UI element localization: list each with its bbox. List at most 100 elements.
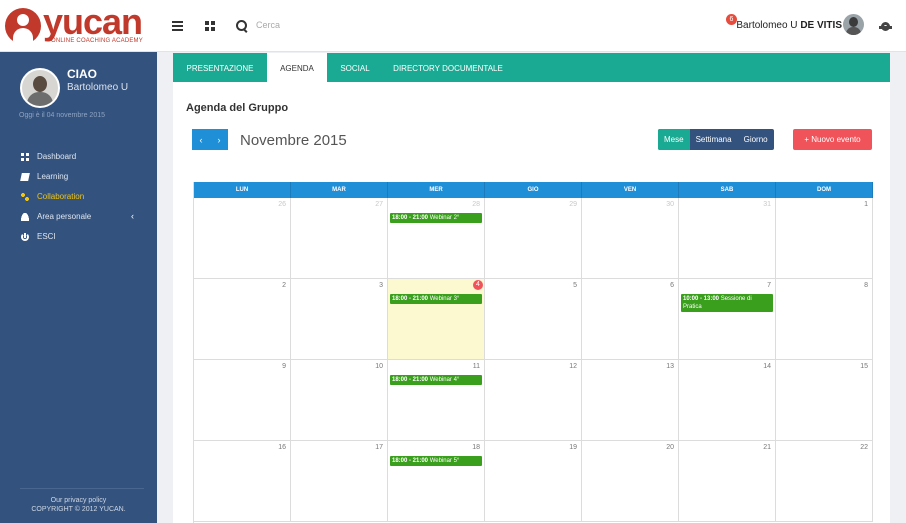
day-header-mar: MAR [291,182,388,198]
calendar-day-cell[interactable]: 9 [194,360,291,441]
user-name[interactable]: Bartolomeo U DE VITIS [736,20,842,31]
grid-apps-icon[interactable] [205,21,215,31]
view-switcher: Mese Settimana Giorno [658,129,774,150]
view-week-button[interactable]: Settimana [690,129,738,150]
calendar-day-cell[interactable]: 19 [485,441,582,522]
calendar-day-cell[interactable]: 5 [485,279,582,360]
hamburger-menu-icon[interactable] [172,21,183,31]
calendar-event[interactable]: 18:00 - 21:00 Webinar 3° [390,294,482,304]
sidebar-item-label: Dashboard [37,152,77,161]
day-header-sab: SAB [679,182,776,198]
greeting: CIAO [67,67,97,81]
logo-word: yucan [43,1,143,42]
calendar-day-cell[interactable]: 6 [582,279,679,360]
calendar-day-cell[interactable]: 2 [194,279,291,360]
event-title: Webinar 4° [428,377,460,383]
calendar-day-cell[interactable]: 3 [291,279,388,360]
day-number: 16 [278,444,286,451]
tab-presentazione[interactable]: PRESENTAZIONE [173,53,267,82]
calendar-day-cell[interactable]: 11 18:00 - 21:00 Webinar 4° [388,360,485,441]
day-number: 5 [573,282,577,289]
tab-agenda[interactable]: AGENDA [267,53,327,82]
logo-mark-icon [5,8,41,44]
search-input[interactable] [256,20,456,30]
month-title: Novembre 2015 [240,132,347,149]
calendar-event[interactable]: 18:00 - 21:00 Webinar 2° [390,213,482,223]
sidebar-menu: Dashboard Learning Collaboration Area pe… [20,152,151,252]
next-month-button[interactable]: › [210,129,228,150]
tab-directory-documentale[interactable]: DIRECTORY DOCUMENTALE [383,53,513,82]
privacy-link[interactable]: Our privacy policy [0,496,157,505]
sidebar: CIAO Bartolomeo U Oggi è il 04 novembre … [0,52,157,523]
view-day-button[interactable]: Giorno [738,129,774,150]
event-time: 18:00 - 21:00 [392,458,429,464]
calendar-day-cell[interactable]: 8 [776,279,873,360]
sidebar-item-collaboration[interactable]: Collaboration [21,192,151,212]
day-number: 12 [569,363,577,370]
dashboard-icon [21,153,29,161]
day-number: 6 [670,282,674,289]
calendar-day-cell[interactable]: 14 [679,360,776,441]
sidebar-item-label: Learning [37,172,69,181]
calendar-day-cell[interactable]: 17 [291,441,388,522]
calendar-day-cell[interactable]: 12 [485,360,582,441]
main-content: PRESENTAZIONE AGENDA SOCIAL DIRECTORY DO… [173,53,890,523]
sidebar-item-dashboard[interactable]: Dashboard [21,152,151,172]
divider [20,488,144,489]
user-avatar[interactable] [843,14,864,35]
day-number: 27 [375,201,383,208]
calendar-day-cell[interactable]: 31 [679,198,776,279]
calendar-event[interactable]: 10:00 - 13:00 Sessione di Pratica [681,294,773,312]
day-number: 29 [569,201,577,208]
copyright: COPYRIGHT © 2012 YUCAN. [31,506,126,513]
search-icon[interactable] [236,20,248,32]
day-number: 3 [379,282,383,289]
calendar-day-cell[interactable]: 21 [679,441,776,522]
power-icon [21,233,29,241]
calendar-day-cell[interactable]: 18 18:00 - 21:00 Webinar 5° [388,441,485,522]
day-number: 1 [864,201,868,208]
tab-social[interactable]: SOCIAL [327,53,383,82]
profile-name: Bartolomeo U [67,82,129,93]
calendar-day-cell[interactable]: 29 [485,198,582,279]
day-number: 31 [763,201,771,208]
calendar-day-cell[interactable]: 27 [291,198,388,279]
day-header-dom: DOM [776,182,873,198]
calendar-day-cell[interactable]: 10 [291,360,388,441]
day-number: 15 [860,363,868,370]
share-icon [21,193,29,201]
calendar-day-cell[interactable]: 30 [582,198,679,279]
yucan-logo[interactable]: yucan ONLINE COACHING ACADEMY [5,1,155,46]
calendar-grid: LUN MAR MER GIO VEN SAB DOM 26 27 28 18:00 - 21:00… [193,182,873,523]
chevron-left-icon: ‹ [131,211,134,221]
calendar-event[interactable]: 18:00 - 21:00 Webinar 5° [390,456,482,466]
calendar-day-cell[interactable]: 15 [776,360,873,441]
calendar-day-cell[interactable]: 22 [776,441,873,522]
sidebar-item-area-personale[interactable]: Area personale ‹ [21,211,151,232]
day-number: 7 [767,282,771,289]
prev-month-button[interactable]: ‹ [192,129,210,150]
calendar-day-cell[interactable]: 13 [582,360,679,441]
calendar-day-cell[interactable]: 16 [194,441,291,522]
new-event-button[interactable]: + Nuovo evento [793,129,872,150]
gear-icon[interactable] [879,22,892,31]
day-number: 10 [375,363,383,370]
today-date: Oggi è il 04 novembre 2015 [19,112,105,119]
calendar-day-cell[interactable]: 20 [582,441,679,522]
sidebar-item-learning[interactable]: Learning [20,172,151,192]
calendar-day-cell[interactable]: 4 18:00 - 21:00 Webinar 3° [388,279,485,360]
event-time: 18:00 - 21:00 [392,296,429,302]
day-number: 30 [666,201,674,208]
sidebar-footer: Our privacy policy COPYRIGHT © 2012 YUCA… [0,496,157,514]
sidebar-item-esci[interactable]: ESCI [21,232,151,252]
calendar-event[interactable]: 18:00 - 21:00 Webinar 4° [390,375,482,385]
day-header-gio: GIO [485,182,582,198]
day-number: 18 [472,444,480,451]
view-month-button[interactable]: Mese [658,129,690,150]
notification-badge[interactable]: 6 [726,14,737,25]
calendar-day-cell[interactable]: 7 10:00 - 13:00 Sessione di Pratica [679,279,776,360]
calendar-day-cell[interactable]: 26 [194,198,291,279]
day-number: 9 [282,363,286,370]
calendar-day-cell[interactable]: 1 [776,198,873,279]
calendar-day-cell[interactable]: 28 18:00 - 21:00 Webinar 2° [388,198,485,279]
